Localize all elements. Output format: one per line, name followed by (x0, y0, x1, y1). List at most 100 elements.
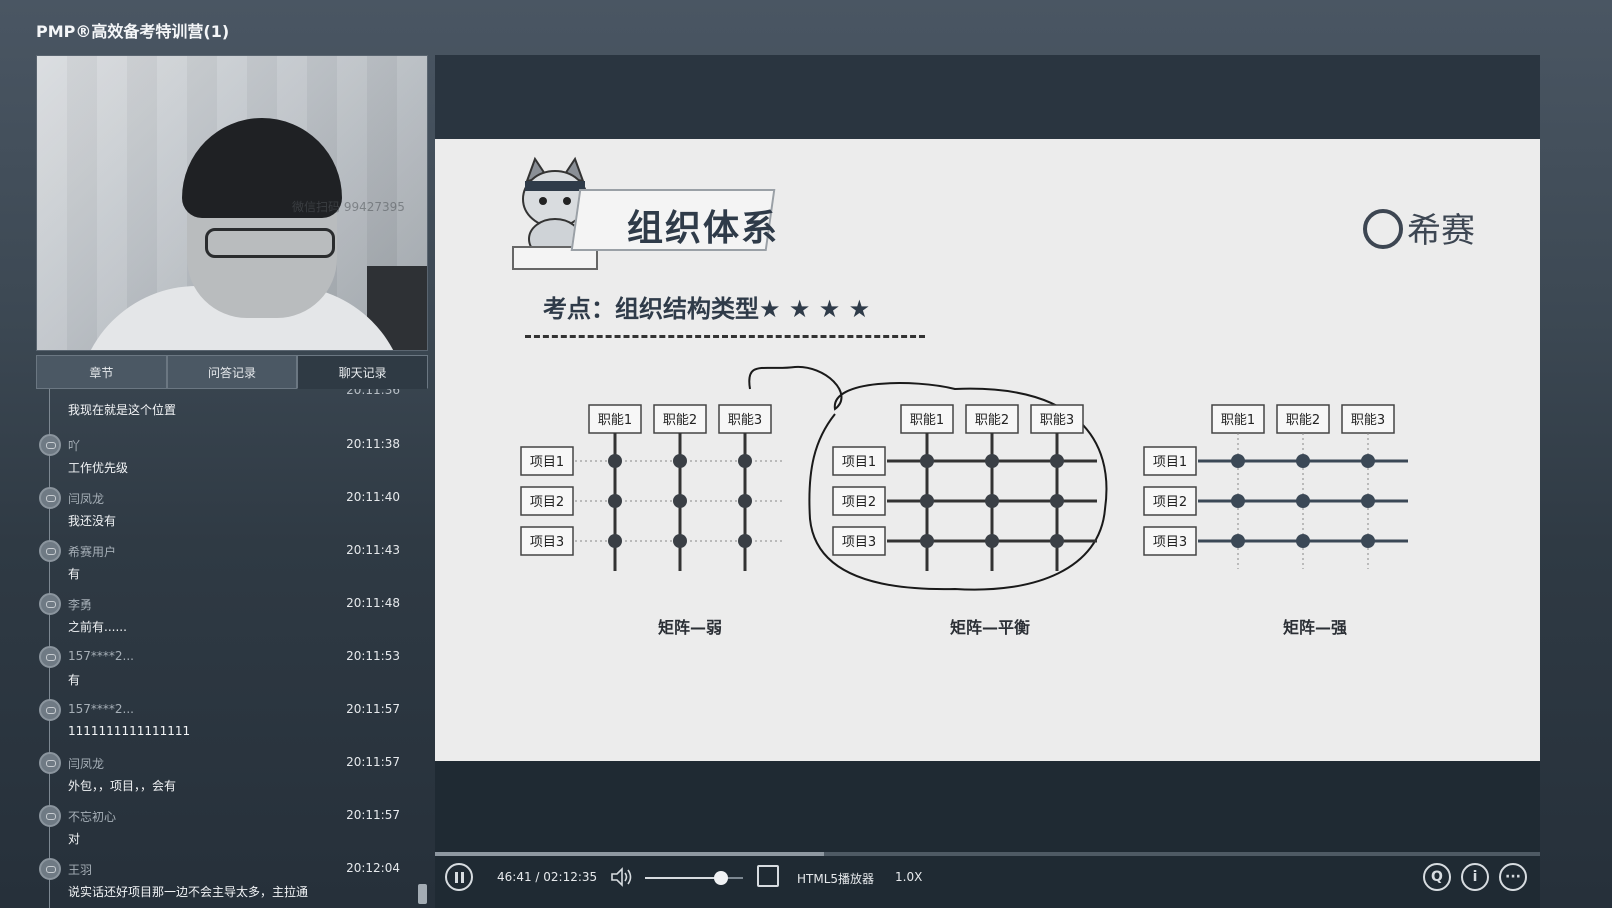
matrix-node (1296, 534, 1310, 548)
chat-time: 20:11:38 (346, 437, 400, 451)
project-label: 项目2 (1153, 495, 1187, 510)
matrix-node (738, 494, 752, 508)
project-label: 项目1 (842, 455, 876, 470)
matrix-node (1050, 494, 1064, 508)
pause-button[interactable] (445, 863, 473, 891)
function-header-label: 职能3 (728, 413, 762, 428)
chat-text: 外包，，项目，，会有 (68, 779, 177, 793)
chat-username: 闫凤龙 (68, 492, 105, 506)
function-header-label: 职能1 (1221, 413, 1255, 428)
chat-avatar-icon (39, 858, 61, 880)
chat-partial-time: 20:11:36 (346, 389, 400, 397)
chat-message: 吖 20:11:38 工作优先级 (36, 432, 428, 485)
volume-slider-knob[interactable] (714, 871, 729, 885)
chat-username: 闫凤龙 (68, 757, 105, 771)
matrix-node (608, 494, 622, 508)
chat-username: 李勇 (68, 598, 93, 612)
matrix-node (673, 494, 687, 508)
matrix-node (608, 454, 622, 468)
project-label: 项目1 (1153, 455, 1187, 470)
matrix-node (1296, 454, 1310, 468)
progress-bar-fill (435, 852, 824, 856)
project-label: 项目3 (842, 535, 876, 550)
matrix-node (920, 534, 934, 548)
project-label: 项目2 (530, 495, 564, 510)
matrix-node (985, 494, 999, 508)
matrix-node (673, 454, 687, 468)
matrix-label-strong: 矩阵—强 (1282, 618, 1347, 637)
chat-scrollbar[interactable] (418, 884, 427, 904)
function-header-label: 职能2 (1286, 413, 1320, 428)
matrix-node (1361, 534, 1375, 548)
chat-text: 有 (68, 567, 81, 581)
function-header-label: 职能3 (1351, 413, 1385, 428)
webcam-watermark: 微信扫码 99427395 (292, 200, 405, 214)
matrix-node (1050, 534, 1064, 548)
matrix-node (985, 534, 999, 548)
volume-slider-fill (645, 877, 722, 879)
chat-message: 李勇 20:11:48 之前有...... (36, 591, 428, 644)
playback-speed-button[interactable]: 1.0X (895, 870, 922, 884)
volume-icon[interactable] (610, 867, 634, 887)
matrix-node (1231, 534, 1245, 548)
chat-time: 20:11:57 (346, 808, 400, 822)
chat-avatar-icon (39, 805, 61, 827)
chat-avatar-icon (39, 487, 61, 509)
chat-avatar-icon (39, 540, 61, 562)
project-label: 项目3 (1153, 535, 1187, 550)
chat-username: 不忘初心 (68, 810, 117, 824)
tab-qa-records[interactable]: 问答记录 (166, 355, 298, 389)
chat-message: 闫凤龙 20:11:40 我还没有 (36, 485, 428, 538)
function-header-label: 职能3 (1040, 413, 1074, 428)
presenter-glasses (205, 228, 335, 258)
chat-time: 20:12:04 (346, 861, 400, 875)
progress-bar[interactable] (435, 852, 1540, 856)
chat-username: 157****2... (68, 649, 134, 663)
chat-avatar-icon (39, 752, 61, 774)
chat-avatar-icon (39, 434, 61, 456)
chat-avatar-icon (39, 646, 61, 668)
chat-text: 工作优先级 (68, 461, 129, 475)
chat-avatar-icon (39, 593, 61, 615)
matrix-label-balanced: 矩阵—平衡 (949, 618, 1030, 637)
matrix-label-weak: 矩阵—弱 (657, 618, 722, 637)
chat-list[interactable]: 20:11:36 我现在就是这个位置 吖 20:11:38 工作优先级 闫凤龙 … (36, 389, 428, 908)
slide: 组织体系 希赛 考点：组织结构类型★ ★ ★ ★ 职能1 职能2 职能3 项目1 项目2… (435, 139, 1540, 761)
chat-time: 20:11:57 (346, 702, 400, 716)
tab-chat-records[interactable]: 聊天记录 (297, 355, 429, 389)
chat-time: 20:11:57 (346, 755, 400, 769)
matrix-node (920, 454, 934, 468)
search-q-icon[interactable]: Q (1423, 863, 1451, 891)
function-header-label: 职能1 (910, 413, 944, 428)
matrix-node (738, 454, 752, 468)
matrix-node (1050, 454, 1064, 468)
chat-time: 20:11:40 (346, 490, 400, 504)
chat-text: 我还没有 (68, 514, 117, 528)
chat-text: 说实话还好项目那一边不会主导太多，主拉通 (68, 885, 309, 899)
chat-time: 20:11:48 (346, 596, 400, 610)
function-header-label: 职能2 (975, 413, 1009, 428)
chat-username: 王羽 (68, 863, 93, 877)
project-label: 项目2 (842, 495, 876, 510)
chat-time: 20:11:43 (346, 543, 400, 557)
timecode: 46:41 / 02:12:35 (497, 870, 598, 884)
matrix-node (738, 534, 752, 548)
info-icon[interactable]: i (1461, 863, 1489, 891)
fullscreen-icon[interactable] (757, 865, 779, 887)
tab-chapters[interactable]: 章节 (36, 355, 167, 389)
chat-avatar-icon (39, 699, 61, 721)
chat-username: 吖 (68, 439, 81, 453)
matrix-node (1231, 454, 1245, 468)
project-label: 项目3 (530, 535, 564, 550)
matrix-node (985, 454, 999, 468)
matrix-node (1296, 494, 1310, 508)
volume-slider[interactable] (645, 871, 743, 885)
webcam-video: 微信扫码 99427395 (36, 55, 428, 351)
chat-message: 不忘初心 20:11:57 对 (36, 803, 428, 856)
chat-username: 希赛用户 (68, 545, 117, 559)
matrix-diagrams: 职能1 职能2 职能3 项目1 项目2 项目3 职能1 职能2 职能3 项目1 项目2 项目3 职能1 职… (520, 365, 1408, 591)
chat-message: 希赛用户 20:11:43 有 (36, 538, 428, 591)
chat-partial-text: 我现在就是这个位置 (68, 403, 177, 417)
more-options-icon[interactable]: ··· (1499, 863, 1527, 891)
chat-username: 157****2... (68, 702, 134, 716)
